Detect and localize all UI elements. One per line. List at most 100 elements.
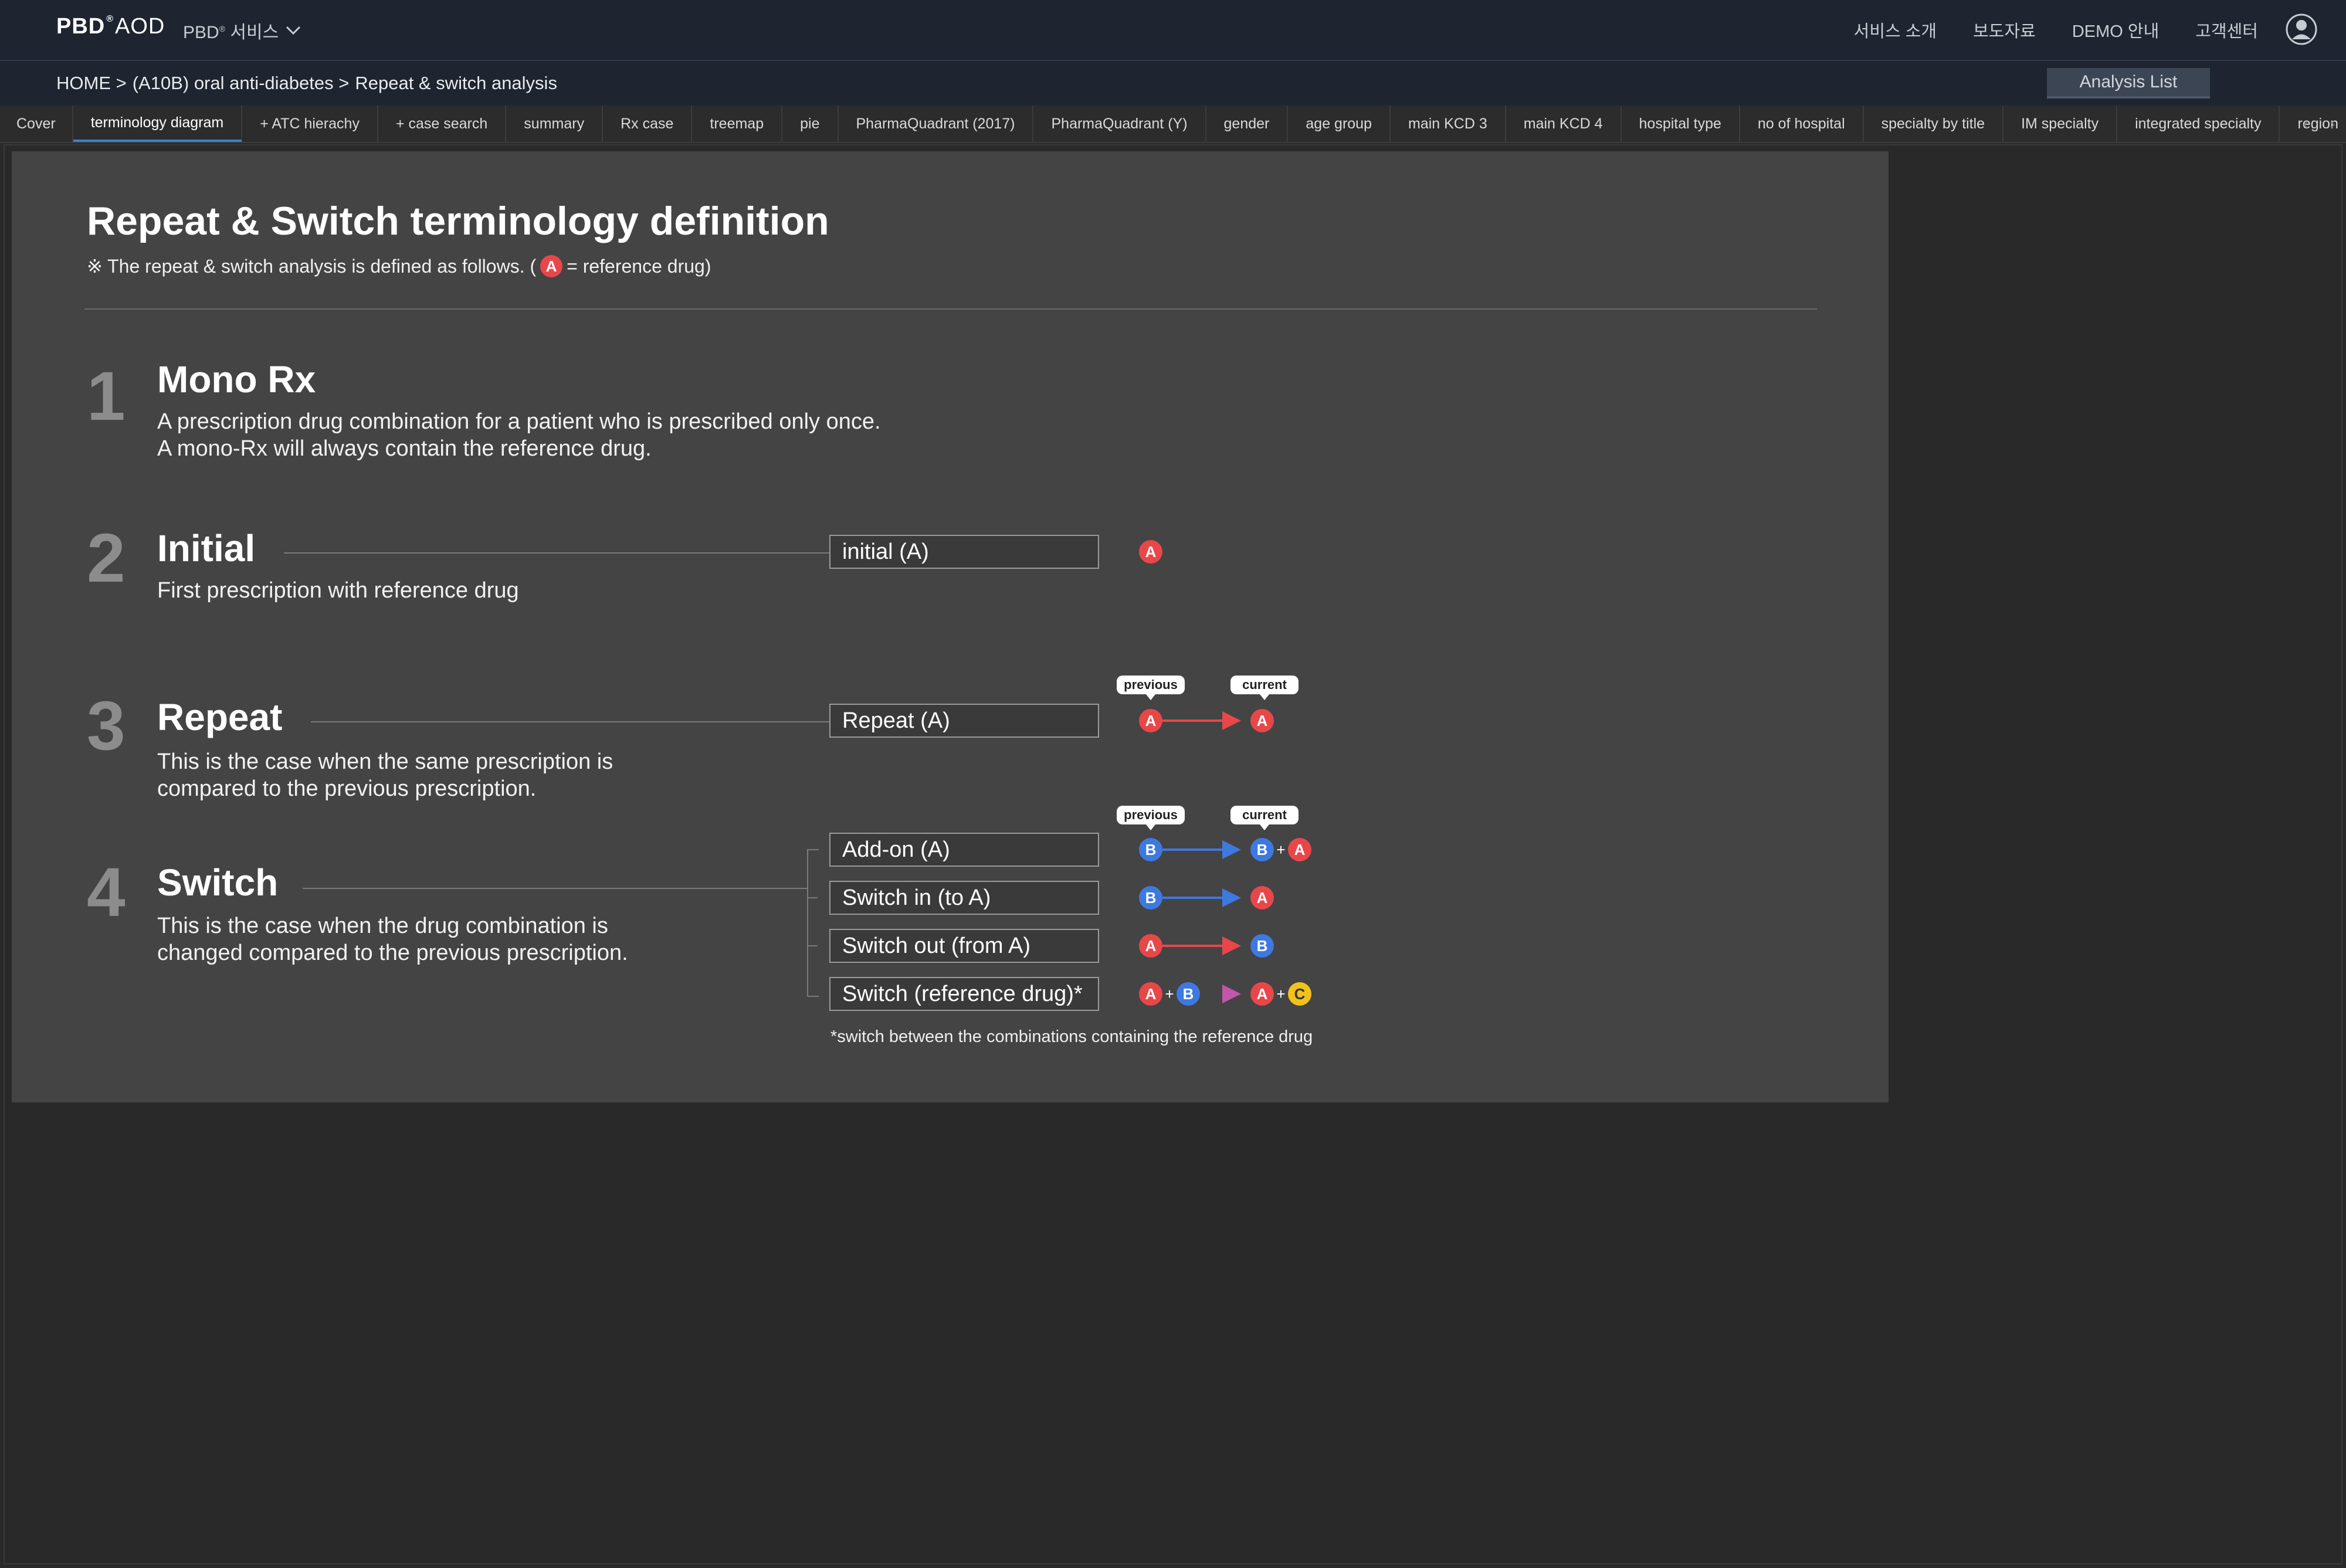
- svg-text:A: A: [1145, 985, 1157, 1003]
- title-divider: [84, 308, 1817, 310]
- logo-main: PBD: [56, 14, 106, 39]
- plus-sign: +: [1165, 985, 1174, 1003]
- speech-bubble-previous: previous: [1117, 676, 1185, 700]
- switch-bracket: [807, 849, 819, 997]
- svg-text:current: current: [1242, 677, 1287, 692]
- nav-link-service-intro[interactable]: 서비스 소개: [1854, 18, 1937, 42]
- service-menu-dropdown[interactable]: PBD® 서비스: [183, 18, 302, 43]
- nav-link-demo[interactable]: DEMO 안내: [2072, 18, 2159, 42]
- connector-line: [303, 888, 807, 889]
- section-title-repeat: Repeat: [157, 696, 283, 738]
- top-navigation-bar: PBD ® AOD PBD® 서비스 서비스 소개 보도자료 DEMO 안내 고…: [0, 0, 2346, 61]
- section-desc-repeat: This is the case when the same prescript…: [157, 749, 613, 801]
- svg-text:B: B: [1257, 841, 1268, 858]
- top-links: 서비스 소개 보도자료 DEMO 안내 고객센터: [1854, 18, 2258, 42]
- section-number-4: 4: [87, 854, 126, 931]
- nav-link-customer-center[interactable]: 고객센터: [2195, 18, 2258, 42]
- page-title: Repeat & Switch terminology definition: [87, 199, 829, 243]
- page-subtitle: ※ The repeat & switch analysis is define…: [87, 254, 711, 278]
- label-box-initial: initial (A): [829, 535, 1099, 569]
- svg-text:A: A: [1257, 985, 1268, 1003]
- tab-rx-case[interactable]: Rx case: [603, 106, 693, 142]
- drug-b-icon: B: [1177, 982, 1200, 1006]
- logo-registered-mark: ®: [106, 14, 114, 24]
- section-desc-initial: First prescription with reference drug: [157, 578, 519, 603]
- nav-link-press[interactable]: 보도자료: [1973, 18, 2036, 42]
- connector-line: [311, 721, 829, 722]
- chevron-left-icon[interactable]: ‹: [2292, 106, 2319, 142]
- svg-text:A: A: [1145, 712, 1157, 729]
- service-menu-label: PBD® 서비스: [183, 23, 279, 42]
- tab-atc-hierarchy[interactable]: + ATC hierachy: [242, 106, 378, 142]
- tab-no-of-hospital[interactable]: no of hospital: [1740, 106, 1864, 142]
- tab-pie[interactable]: pie: [782, 106, 839, 142]
- subtitle-suffix: = reference drug): [567, 255, 711, 277]
- flow-diagram: previous current A A previous current B …: [1117, 676, 1311, 958]
- svg-text:C: C: [1294, 985, 1306, 1003]
- drug-a-icon: A: [540, 255, 563, 277]
- label-box-repeat: Repeat (A): [829, 704, 1099, 738]
- terminology-panel: Repeat & Switch terminology definition ※…: [12, 151, 1889, 1102]
- section-title-switch: Switch: [157, 861, 279, 904]
- tab-main-kcd-4[interactable]: main KCD 4: [1506, 106, 1622, 142]
- tab-gender[interactable]: gender: [1206, 106, 1289, 142]
- svg-text:A: A: [1145, 543, 1157, 561]
- connector-line: [284, 552, 829, 554]
- svg-text:previous: previous: [1124, 677, 1178, 692]
- user-account-icon[interactable]: [2285, 13, 2318, 46]
- tab-bar: Cover terminology diagram + ATC hierachy…: [0, 106, 2346, 143]
- svg-text:A: A: [1257, 889, 1268, 907]
- subtitle-prefix: ※ The repeat & switch analysis is define…: [87, 256, 537, 277]
- svg-text:current: current: [1242, 807, 1287, 822]
- tab-scroll-arrows: ‹ ›: [2292, 106, 2346, 142]
- drug-b-icon: B: [1139, 838, 1162, 861]
- footnote: *switch between the combinations contain…: [830, 1027, 1313, 1046]
- drug-b-icon: B: [1139, 886, 1162, 909]
- tab-pharmaquadrant-y[interactable]: PharmaQuadrant (Y): [1033, 106, 1206, 142]
- tab-treemap[interactable]: treemap: [692, 106, 783, 142]
- tab-specialty-by-title[interactable]: specialty by title: [1864, 106, 2004, 142]
- tab-integrated-specialty[interactable]: integrated specialty: [2117, 106, 2280, 142]
- speech-bubble-current: current: [1230, 676, 1299, 700]
- tab-age-group[interactable]: age group: [1288, 106, 1391, 142]
- drug-a-icon: A: [1139, 982, 1162, 1006]
- speech-bubble-current: current: [1230, 806, 1299, 830]
- breadcrumb-category[interactable]: (A10B) oral anti-diabetes >: [133, 73, 350, 94]
- tab-main-kcd-3[interactable]: main KCD 3: [1391, 106, 1506, 142]
- tab-list: Cover terminology diagram + ATC hierachy…: [0, 106, 2346, 142]
- drug-a-icon: A: [1288, 838, 1311, 861]
- drug-a-icon: A: [1139, 934, 1162, 958]
- drug-a-icon: A: [1139, 540, 1162, 564]
- svg-text:B: B: [1145, 841, 1157, 858]
- breadcrumb-home[interactable]: HOME >: [56, 73, 127, 94]
- section-title-mono-rx: Mono Rx: [157, 358, 316, 401]
- section-desc-switch: This is the case when the drug combinati…: [157, 914, 628, 965]
- switch-reference-diagram: A + B A + C: [1139, 982, 1311, 1006]
- bracket-tick: [807, 945, 818, 946]
- svg-text:A: A: [1257, 712, 1268, 729]
- breadcrumb-bar: HOME > (A10B) oral anti-diabetes > Repea…: [0, 61, 2346, 106]
- section-number-3: 3: [87, 687, 126, 765]
- drug-a-icon: A: [1139, 709, 1162, 732]
- svg-text:previous: previous: [1124, 807, 1178, 822]
- label-box-switch-in: Switch in (to A): [829, 881, 1099, 915]
- tab-im-specialty[interactable]: IM specialty: [2003, 106, 2118, 142]
- svg-text:A: A: [546, 257, 557, 275]
- chevron-right-icon[interactable]: ›: [2319, 106, 2346, 142]
- drug-a-icon: A: [1250, 886, 1274, 909]
- speech-bubble-previous: previous: [1117, 806, 1185, 830]
- tab-case-search[interactable]: + case search: [378, 106, 507, 142]
- section-number-2: 2: [87, 520, 126, 597]
- svg-text:B: B: [1145, 889, 1157, 907]
- label-box-addon: Add-on (A): [829, 833, 1099, 867]
- plus-sign: +: [1276, 985, 1285, 1003]
- breadcrumb: HOME > (A10B) oral anti-diabetes > Repea…: [56, 73, 557, 94]
- tab-summary[interactable]: summary: [506, 106, 604, 142]
- tab-terminology-diagram[interactable]: terminology diagram: [73, 106, 243, 142]
- drug-b-icon: B: [1250, 934, 1274, 958]
- tab-pharmaquadrant-2017[interactable]: PharmaQuadrant (2017): [839, 106, 1034, 142]
- analysis-list-button[interactable]: Analysis List: [2047, 68, 2210, 99]
- logo[interactable]: PBD ® AOD: [56, 14, 165, 45]
- tab-hospital-type[interactable]: hospital type: [1622, 106, 1740, 142]
- tab-cover[interactable]: Cover: [0, 106, 73, 142]
